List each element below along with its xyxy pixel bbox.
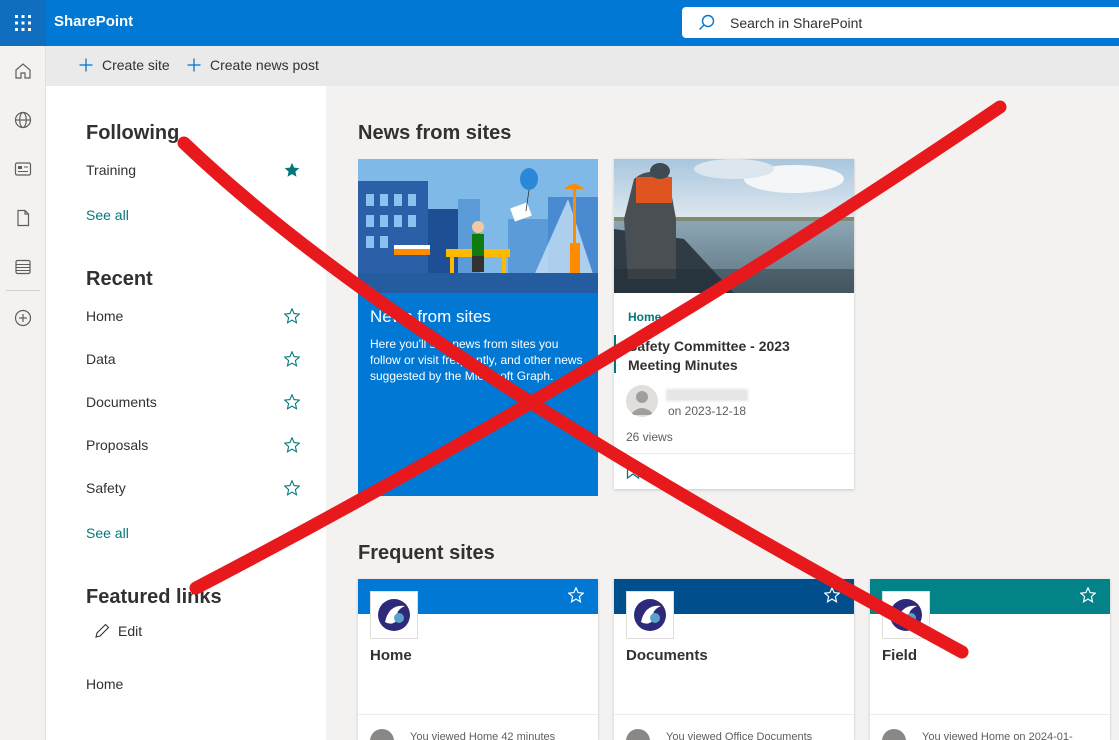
news-illustration [358,159,598,293]
site-logo [626,591,674,639]
featured-link-home[interactable]: Home [86,676,123,692]
star-outline-icon[interactable] [284,480,300,496]
news-article-card[interactable]: Home Safety Committee - 2023 Meeting Min… [614,159,854,489]
news-article-views: 26 views [626,430,673,444]
frequent-site-card-documents[interactable]: Documents You viewed Office Documents [614,579,854,740]
edit-label: Edit [118,623,143,639]
command-bar: Create site Create news post [46,46,1119,86]
news-intro-card: News from sites Here you'll see news fro… [358,159,598,496]
app-launcher-button[interactable] [0,0,46,46]
author-name-redacted [666,389,748,401]
frequent-site-card-home[interactable]: Home You viewed Home 42 minutes [358,579,598,740]
following-see-all-link[interactable]: See all [86,207,129,223]
news-accent-bar [614,335,616,373]
site-logo [882,591,930,639]
news-heading: News from sites [358,122,512,144]
featured-links-heading: Featured links [86,586,222,608]
recent-item-data[interactable]: Data [86,351,116,367]
search-box[interactable]: Search in SharePoint [682,7,1119,38]
activity-avatar [626,729,650,740]
recent-item-proposals[interactable]: Proposals [86,437,148,453]
bookmark-icon[interactable] [626,462,640,480]
list-icon[interactable] [11,255,35,279]
plus-icon [79,58,93,72]
suite-bar: SharePoint Search in SharePoint [0,0,1119,46]
search-icon [699,14,715,30]
star-outline-icon[interactable] [284,308,300,324]
card-divider [614,453,854,454]
search-input[interactable]: Search in SharePoint [730,15,862,31]
activity-avatar [882,729,906,740]
star-outline-icon[interactable] [284,394,300,410]
app-bar [0,46,46,740]
add-circle-icon[interactable] [11,306,35,330]
recent-heading: Recent [86,268,153,290]
plus-icon [187,58,201,72]
news-article-thumbnail [614,159,854,293]
site-name[interactable]: Home [370,647,412,664]
waffle-icon [15,15,31,31]
recent-item-documents[interactable]: Documents [86,394,157,410]
recent-item-home[interactable]: Home [86,308,123,324]
site-logo [370,591,418,639]
globe-icon[interactable] [11,108,35,132]
recent-item-safety[interactable]: Safety [86,480,126,496]
star-filled-icon[interactable] [284,162,300,178]
news-intro-description: Here you'll see news from sites you foll… [370,337,583,383]
star-outline-icon[interactable] [284,351,300,367]
create-news-post-button[interactable]: Create news post [187,57,319,73]
pencil-icon [95,623,110,638]
document-icon[interactable] [11,206,35,230]
site-name[interactable]: Documents [626,647,708,664]
site-activity: You viewed Office Documents [666,731,813,740]
create-site-button[interactable]: Create site [79,57,170,73]
frequent-site-card-field[interactable]: Field You viewed Home on 2024-01- [870,579,1110,740]
news-intro-title: News from sites [370,307,491,326]
recent-see-all-link[interactable]: See all [86,525,129,541]
news-article-title[interactable]: Safety Committee - 2023 Meeting Minutes [628,337,843,375]
card-divider [358,714,598,715]
create-site-label: Create site [102,57,170,73]
star-outline-icon[interactable] [568,587,584,603]
activity-avatar [370,729,394,740]
author-avatar [626,385,658,417]
card-divider [870,714,1110,715]
edit-featured-links-button[interactable]: Edit [94,623,142,639]
news-icon[interactable] [11,157,35,181]
home-icon[interactable] [11,59,35,83]
frequent-sites-heading: Frequent sites [358,542,495,564]
rail-divider [6,290,40,291]
left-panel: Following Training See all Recent Home D… [46,86,326,740]
news-article-date: on 2023-12-18 [668,404,747,418]
following-item-training[interactable]: Training [86,162,136,178]
news-article-site[interactable]: Home [628,310,661,324]
brand-link[interactable]: SharePoint [54,13,133,30]
site-name[interactable]: Field [882,647,917,664]
star-outline-icon[interactable] [1080,587,1096,603]
star-outline-icon[interactable] [824,587,840,603]
site-activity: You viewed Home on 2024-01- [922,731,1073,740]
create-news-post-label: Create news post [210,57,319,73]
site-activity: You viewed Home 42 minutes [410,731,556,740]
star-outline-icon[interactable] [284,437,300,453]
following-heading: Following [86,122,180,144]
card-divider [614,714,854,715]
